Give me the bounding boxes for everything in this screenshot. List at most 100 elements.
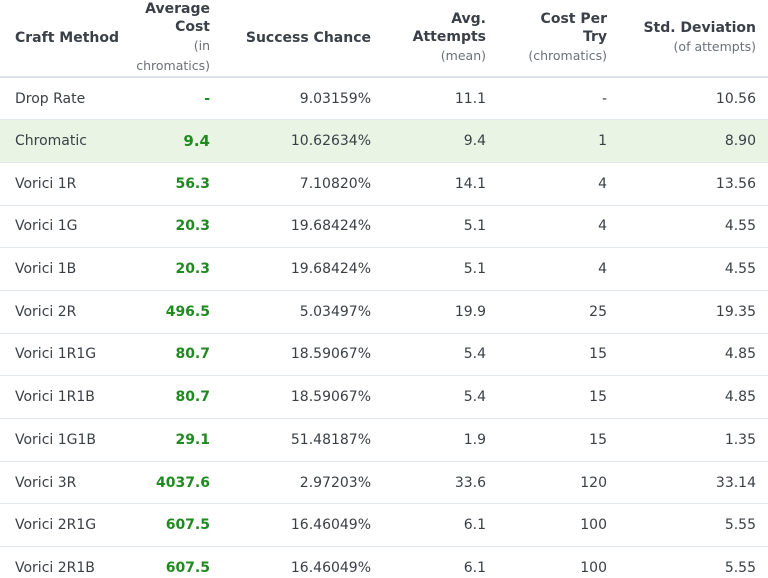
cell-craft-method: Vorici 1B xyxy=(15,261,77,278)
table-row: Drop Rate - 9.03159% 11.1 - 10.56 xyxy=(0,77,768,120)
cell-cost-per-try: 4 xyxy=(598,175,607,192)
cell-std-deviation: 4.85 xyxy=(724,389,756,406)
cell-cost-per-try: 4 xyxy=(598,261,607,278)
table-row: Vorici 3R 4037.6 2.97203% 33.6 120 33.14 xyxy=(0,461,768,504)
cell-success-chance: 16.46049% xyxy=(290,559,371,576)
cell-avg-attempts: 5.4 xyxy=(463,389,486,406)
cell-average-cost: 56.3 xyxy=(175,175,210,192)
cell-average-cost: 9.4 xyxy=(183,132,210,151)
cell-average-cost: 20.3 xyxy=(175,261,210,278)
cell-average-cost: 20.3 xyxy=(175,218,210,235)
cell-success-chance: 16.46049% xyxy=(290,517,371,534)
header-craft-method-label: Craft Method xyxy=(15,30,120,46)
craft-results-table-container: Craft Method Average Cost (in chromatics… xyxy=(0,0,768,578)
cell-craft-method: Vorici 2R xyxy=(15,303,77,320)
cell-std-deviation: 5.55 xyxy=(724,559,756,576)
cell-cost-per-try: 15 xyxy=(589,389,607,406)
header-cost-per-try[interactable]: Cost Per Try (chromatics) xyxy=(516,0,629,77)
table-row: Vorici 1R 56.3 7.10820% 14.1 4 13.56 xyxy=(0,162,768,206)
cell-std-deviation: 5.55 xyxy=(724,517,756,534)
header-average-cost-sub: (in chromatics) xyxy=(136,38,210,73)
cell-cost-per-try: 100 xyxy=(580,517,607,534)
table-row: Vorici 1B 20.3 19.68424% 5.1 4 4.55 xyxy=(0,248,768,291)
cell-cost-per-try: 1 xyxy=(598,133,607,150)
cell-avg-attempts: 5.4 xyxy=(463,346,486,363)
cell-std-deviation: 1.35 xyxy=(724,431,756,448)
table-row: Vorici 2R1B 607.5 16.46049% 6.1 100 5.55 xyxy=(0,547,768,578)
header-success-chance[interactable]: Success Chance xyxy=(238,0,385,77)
cell-craft-method: Chromatic xyxy=(15,133,87,150)
cell-cost-per-try: 4 xyxy=(598,218,607,235)
cell-craft-method: Vorici 1R1B xyxy=(15,389,95,406)
cell-average-cost: 496.5 xyxy=(165,303,210,320)
header-avg-attempts-sub: (mean) xyxy=(440,48,486,63)
table-row: Vorici 1R1B 80.7 18.59067% 5.4 15 4.85 xyxy=(0,376,768,419)
cell-std-deviation: 4.85 xyxy=(724,346,756,363)
header-craft-method[interactable]: Craft Method xyxy=(0,0,126,77)
table-row: Vorici 1G 20.3 19.68424% 5.1 4 4.55 xyxy=(0,205,768,248)
table-row: Vorici 2R1G 607.5 16.46049% 6.1 100 5.55 xyxy=(0,504,768,547)
cell-success-chance: 19.68424% xyxy=(290,218,371,235)
table-row: Vorici 1R1G 80.7 18.59067% 5.4 15 4.85 xyxy=(0,333,768,376)
cell-average-cost: 607.5 xyxy=(165,559,210,576)
header-avg-attempts[interactable]: Avg. Attempts (mean) xyxy=(385,0,516,77)
cell-avg-attempts: 6.1 xyxy=(463,517,486,534)
cell-avg-attempts: 1.9 xyxy=(463,431,486,448)
cell-craft-method: Vorici 1G xyxy=(15,218,78,235)
cell-craft-method: Vorici 1R xyxy=(15,175,77,192)
cell-avg-attempts: 19.9 xyxy=(454,303,486,320)
cell-std-deviation: 4.55 xyxy=(724,218,756,235)
cell-craft-method: Drop Rate xyxy=(15,90,86,107)
cell-avg-attempts: 5.1 xyxy=(463,218,486,235)
cell-cost-per-try: 15 xyxy=(589,431,607,448)
header-average-cost[interactable]: Average Cost (in chromatics) xyxy=(126,0,238,77)
cell-cost-per-try: 15 xyxy=(589,346,607,363)
cell-cost-per-try: 25 xyxy=(589,303,607,320)
cell-std-deviation: 13.56 xyxy=(715,175,756,192)
table-row: Chromatic 9.4 10.62634% 9.4 1 8.90 xyxy=(0,119,768,163)
header-std-deviation-label: Std. Deviation xyxy=(643,20,756,36)
table-header-row: Craft Method Average Cost (in chromatics… xyxy=(0,0,768,77)
cell-success-chance: 7.10820% xyxy=(299,175,371,192)
cell-average-cost: 29.1 xyxy=(175,431,210,448)
cell-craft-method: Vorici 2R1B xyxy=(15,559,95,576)
header-cost-per-try-sub: (chromatics) xyxy=(528,48,607,63)
cell-success-chance: 51.48187% xyxy=(290,431,371,448)
cell-avg-attempts: 6.1 xyxy=(463,559,486,576)
header-success-chance-label: Success Chance xyxy=(245,30,371,46)
cell-avg-attempts: 14.1 xyxy=(454,175,486,192)
cell-craft-method: Vorici 2R1G xyxy=(15,517,97,534)
cell-std-deviation: 33.14 xyxy=(715,474,756,491)
cell-craft-method: Vorici 1R1G xyxy=(15,346,97,363)
cell-std-deviation: 10.56 xyxy=(715,90,756,107)
cell-avg-attempts: 5.1 xyxy=(463,261,486,278)
cell-craft-method: Vorici 1G1B xyxy=(15,431,97,448)
cell-success-chance: 9.03159% xyxy=(299,90,371,107)
cell-avg-attempts: 11.1 xyxy=(454,90,486,107)
craft-results-table: Craft Method Average Cost (in chromatics… xyxy=(0,0,768,578)
cell-success-chance: 19.68424% xyxy=(290,261,371,278)
cell-std-deviation: 8.90 xyxy=(724,133,756,150)
cell-std-deviation: 19.35 xyxy=(715,303,756,320)
cell-craft-method: Vorici 3R xyxy=(15,474,77,491)
cell-avg-attempts: 33.6 xyxy=(454,474,486,491)
cell-success-chance: 10.62634% xyxy=(290,133,371,150)
cell-success-chance: 18.59067% xyxy=(290,346,371,363)
header-avg-attempts-label: Avg. Attempts xyxy=(412,11,486,45)
cell-cost-per-try: 100 xyxy=(580,559,607,576)
cell-avg-attempts: 9.4 xyxy=(463,133,486,150)
cell-average-cost: 4037.6 xyxy=(155,474,210,491)
table-row: Vorici 1G1B 29.1 51.48187% 1.9 15 1.35 xyxy=(0,419,768,462)
cell-cost-per-try: 120 xyxy=(580,474,607,491)
cell-success-chance: 2.97203% xyxy=(299,474,371,491)
table-body: Drop Rate - 9.03159% 11.1 - 10.56 Chroma… xyxy=(0,77,768,578)
header-std-deviation[interactable]: Std. Deviation (of attempts) xyxy=(629,0,768,77)
header-average-cost-label: Average Cost xyxy=(145,1,210,35)
cell-cost-per-try: - xyxy=(601,90,607,107)
header-cost-per-try-label: Cost Per Try xyxy=(540,11,607,45)
header-std-deviation-sub: (of attempts) xyxy=(673,39,756,54)
cell-average-cost: 80.7 xyxy=(175,389,210,406)
cell-success-chance: 18.59067% xyxy=(290,389,371,406)
cell-average-cost: 607.5 xyxy=(165,517,210,534)
cell-std-deviation: 4.55 xyxy=(724,261,756,278)
